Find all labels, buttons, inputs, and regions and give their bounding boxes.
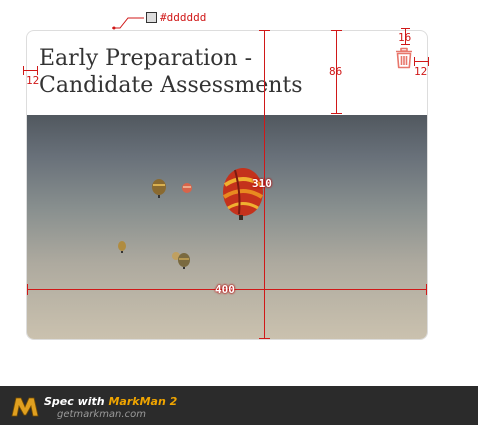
padding-guide — [414, 61, 428, 62]
header-height-label: 86 — [329, 65, 343, 78]
small-balloon — [152, 179, 166, 198]
brand-url[interactable]: getmarkman.com — [57, 409, 146, 420]
guide-cap — [331, 30, 342, 31]
brand-prefix: Spec with — [44, 395, 109, 408]
card-width-label: 400 — [215, 283, 235, 296]
guide-cap — [23, 66, 24, 75]
trash-icon[interactable] — [393, 47, 415, 69]
guide-cap — [331, 113, 342, 114]
small-balloon — [118, 241, 126, 253]
small-balloon — [182, 183, 192, 193]
brand-name: MarkMan 2 — [108, 395, 178, 408]
markman-footer: Spec with MarkMan 2 getmarkman.com — [0, 386, 478, 425]
padding-guide — [23, 70, 37, 71]
card-title: Early Preparation - Candidate Assessment… — [39, 46, 303, 98]
color-swatch — [146, 12, 157, 23]
guide-cap — [426, 284, 427, 295]
balloons-photo — [27, 115, 427, 339]
guide-cap — [401, 44, 410, 45]
guide-cap — [27, 284, 28, 295]
guide-cap — [259, 30, 270, 31]
callout-arrow-icon — [112, 17, 144, 30]
guide-cap — [401, 28, 410, 29]
border-color-label: #dddddd — [160, 11, 207, 24]
big-balloon — [222, 168, 264, 220]
guide-cap — [428, 57, 429, 66]
left-padding-label: 12 — [26, 74, 40, 87]
top-offset-label: 16 — [398, 31, 412, 44]
small-balloon — [178, 253, 190, 269]
spec-brand: Spec with MarkMan 2 — [44, 395, 177, 408]
card-height-label: 310 — [252, 177, 272, 190]
guide-cap — [259, 338, 270, 339]
right-padding-label: 12 — [414, 65, 428, 78]
markman-logo-icon — [11, 397, 39, 417]
